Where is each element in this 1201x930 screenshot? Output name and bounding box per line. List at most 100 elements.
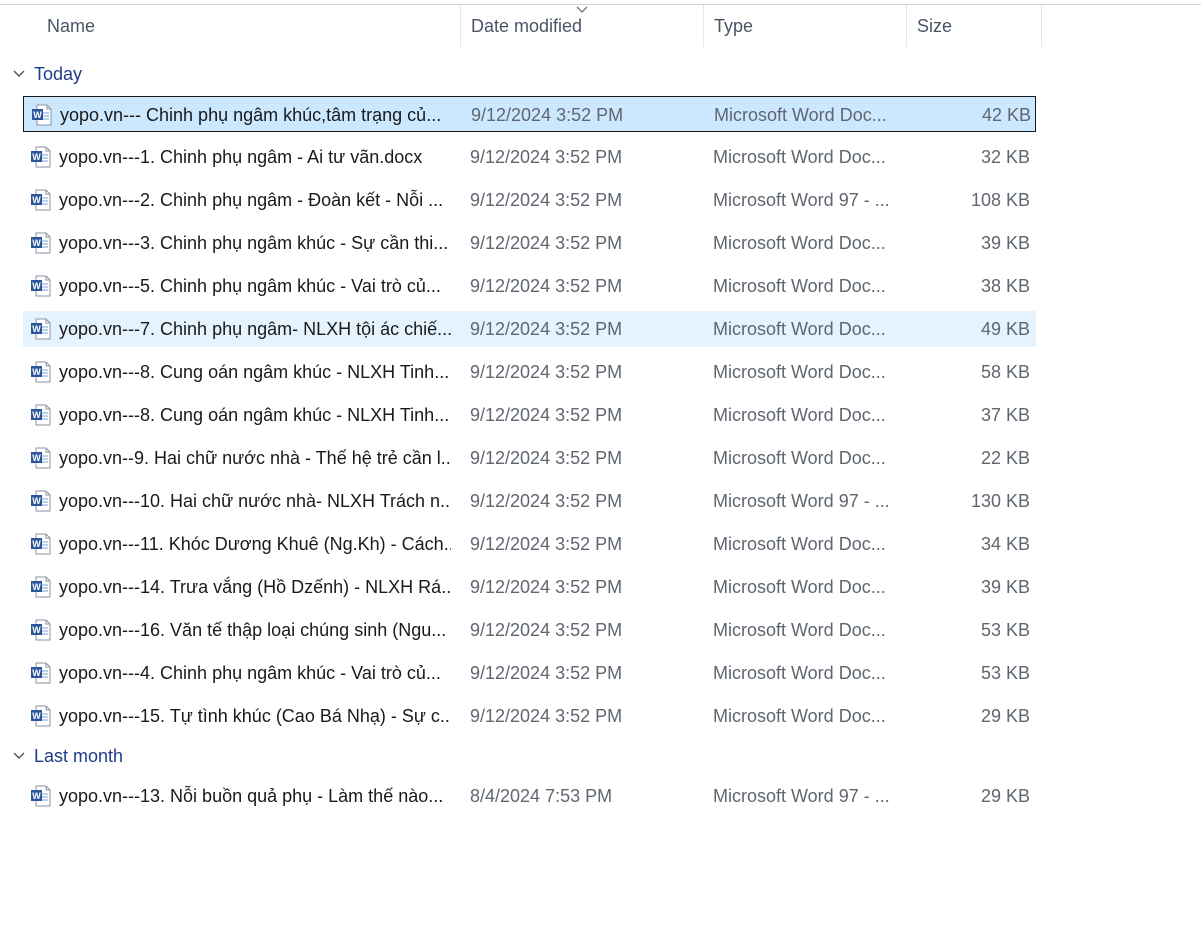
file-date: 9/12/2024 3:52 PM [470,276,623,296]
svg-text:W: W [32,496,41,506]
file-name: yopo.vn---1. Chinh phụ ngâm - Ai tư vãn.… [59,147,423,167]
word-document-icon: W [31,576,51,598]
file-row[interactable]: Wyopo.vn---3. Chinh phụ ngâm khúc - Sự c… [23,225,1036,261]
file-name: yopo.vn---14. Trưa vắng (Hồ Dzếnh) - NLX… [59,577,451,597]
file-date: 9/12/2024 3:52 PM [470,706,623,726]
file-size: 108 KB [970,190,1030,210]
file-date: 9/12/2024 3:52 PM [470,405,623,425]
file-size: 42 KB [981,105,1031,125]
file-row[interactable]: Wyopo.vn---13. Nỗi buồn quả phụ - Làm th… [23,778,1036,814]
file-row[interactable]: Wyopo.vn---8. Cung oán ngâm khúc - NLXH … [23,397,1036,433]
file-size: 49 KB [980,319,1030,339]
word-document-icon: W [31,447,51,469]
file-size: 53 KB [980,620,1030,640]
file-date: 9/12/2024 3:52 PM [470,233,623,253]
group-header-today[interactable]: Today [0,59,1042,89]
file-name: yopo.vn---8. Cung oán ngâm khúc - NLXH T… [59,405,450,425]
file-date: 9/12/2024 3:52 PM [470,448,623,468]
file-date: 9/12/2024 3:52 PM [470,491,623,511]
file-name: yopo.vn---8. Cung oán ngâm khúc - NLXH T… [59,362,450,382]
file-name: yopo.vn---7. Chinh phụ ngâm- NLXH tội ác… [59,319,451,339]
file-type: Microsoft Word Doc... [713,448,886,468]
file-type: Microsoft Word Doc... [713,405,886,425]
file-size: 29 KB [980,706,1030,726]
svg-text:W: W [32,152,41,162]
svg-text:W: W [32,791,41,801]
svg-text:W: W [32,539,41,549]
column-header: Name Date modified Type Size [0,5,1042,47]
file-name: yopo.vn---10. Hai chữ nước nhà- NLXH Trá… [59,491,451,511]
file-date: 9/12/2024 3:52 PM [470,577,623,597]
file-date: 9/12/2024 3:52 PM [470,620,623,640]
file-name: yopo.vn---2. Chinh phụ ngâm - Đoàn kết -… [59,190,444,210]
svg-text:W: W [32,281,41,291]
word-document-icon: W [31,785,51,807]
file-name: yopo.vn---3. Chinh phụ ngâm khúc - Sự cầ… [59,233,449,253]
word-document-icon: W [31,146,51,168]
file-date: 9/12/2024 3:52 PM [470,663,623,683]
column-header-type[interactable]: Type [704,5,907,47]
chevron-down-icon[interactable] [12,67,26,81]
svg-text:W: W [32,238,41,248]
file-name: yopo.vn---16. Văn tế thập loại chúng sin… [59,620,447,640]
file-type: Microsoft Word Doc... [713,620,886,640]
file-size: 32 KB [980,147,1030,167]
svg-text:W: W [32,453,41,463]
svg-text:W: W [32,410,41,420]
file-name: yopo.vn---13. Nỗi buồn quả phụ - Làm thế… [59,786,444,806]
file-type: Microsoft Word 97 - ... [713,190,890,210]
file-name: yopo.vn---15. Tự tình khúc (Cao Bá Nhạ) … [59,706,451,726]
file-type: Microsoft Word Doc... [713,577,886,597]
file-date: 9/12/2024 3:52 PM [470,362,623,382]
file-name: yopo.vn--9. Hai chữ nước nhà - Thế hệ tr… [59,448,451,468]
file-row[interactable]: Wyopo.vn---10. Hai chữ nước nhà- NLXH Tr… [23,483,1036,519]
file-type: Microsoft Word Doc... [713,233,886,253]
word-document-icon: W [31,361,51,383]
file-row[interactable]: Wyopo.vn---2. Chinh phụ ngâm - Đoàn kết … [23,182,1036,218]
word-document-icon: W [31,662,51,684]
svg-text:W: W [33,110,42,120]
word-document-icon: W [31,490,51,512]
file-row[interactable]: Wyopo.vn--9. Hai chữ nước nhà - Thế hệ t… [23,440,1036,476]
chevron-down-icon[interactable] [12,749,26,763]
file-date: 9/12/2024 3:52 PM [470,147,623,167]
file-size: 53 KB [980,663,1030,683]
word-document-icon: W [31,232,51,254]
file-name: yopo.vn---5. Chinh phụ ngâm khúc - Vai t… [59,276,441,296]
file-date: 9/12/2024 3:52 PM [470,190,623,210]
file-size: 37 KB [980,405,1030,425]
svg-text:W: W [32,625,41,635]
file-type: Microsoft Word 97 - ... [713,786,890,806]
svg-text:W: W [32,582,41,592]
file-row[interactable]: Wyopo.vn---14. Trưa vắng (Hồ Dzếnh) - NL… [23,569,1036,605]
column-header-name[interactable]: Name [37,5,461,47]
group-header-last-month[interactable]: Last month [0,741,1042,771]
file-type: Microsoft Word Doc... [713,276,886,296]
column-header-size[interactable]: Size [907,5,1042,47]
file-row[interactable]: Wyopo.vn---4. Chinh phụ ngâm khúc - Vai … [23,655,1036,691]
file-name: yopo.vn---11. Khóc Dương Khuê (Ng.Kh) - … [59,534,451,554]
group-label: Last month [34,746,124,766]
word-document-icon: W [32,104,52,126]
file-type: Microsoft Word Doc... [713,534,886,554]
word-document-icon: W [31,705,51,727]
file-row[interactable]: Wyopo.vn---15. Tự tình khúc (Cao Bá Nhạ)… [23,698,1036,734]
file-size: 22 KB [980,448,1030,468]
file-type: Microsoft Word Doc... [713,147,886,167]
file-row[interactable]: Wyopo.vn---1. Chinh phụ ngâm - Ai tư vãn… [23,139,1036,175]
file-type: Microsoft Word 97 - ... [713,491,890,511]
file-row[interactable]: Wyopo.vn--- Chinh phụ ngâm khúc,tâm trạn… [23,96,1036,132]
word-document-icon: W [31,318,51,340]
file-type: Microsoft Word Doc... [713,663,886,683]
svg-text:W: W [32,668,41,678]
file-row[interactable]: Wyopo.vn---8. Cung oán ngâm khúc - NLXH … [23,354,1036,390]
file-row[interactable]: Wyopo.vn---11. Khóc Dương Khuê (Ng.Kh) -… [23,526,1036,562]
file-size: 58 KB [980,362,1030,382]
file-row[interactable]: Wyopo.vn---7. Chinh phụ ngâm- NLXH tội á… [23,311,1036,347]
file-row[interactable]: Wyopo.vn---16. Văn tế thập loại chúng si… [23,612,1036,648]
file-size: 39 KB [980,233,1030,253]
file-name: yopo.vn---4. Chinh phụ ngâm khúc - Vai t… [59,663,441,683]
file-row[interactable]: Wyopo.vn---5. Chinh phụ ngâm khúc - Vai … [23,268,1036,304]
sort-descending-icon [576,6,588,13]
word-document-icon: W [31,619,51,641]
